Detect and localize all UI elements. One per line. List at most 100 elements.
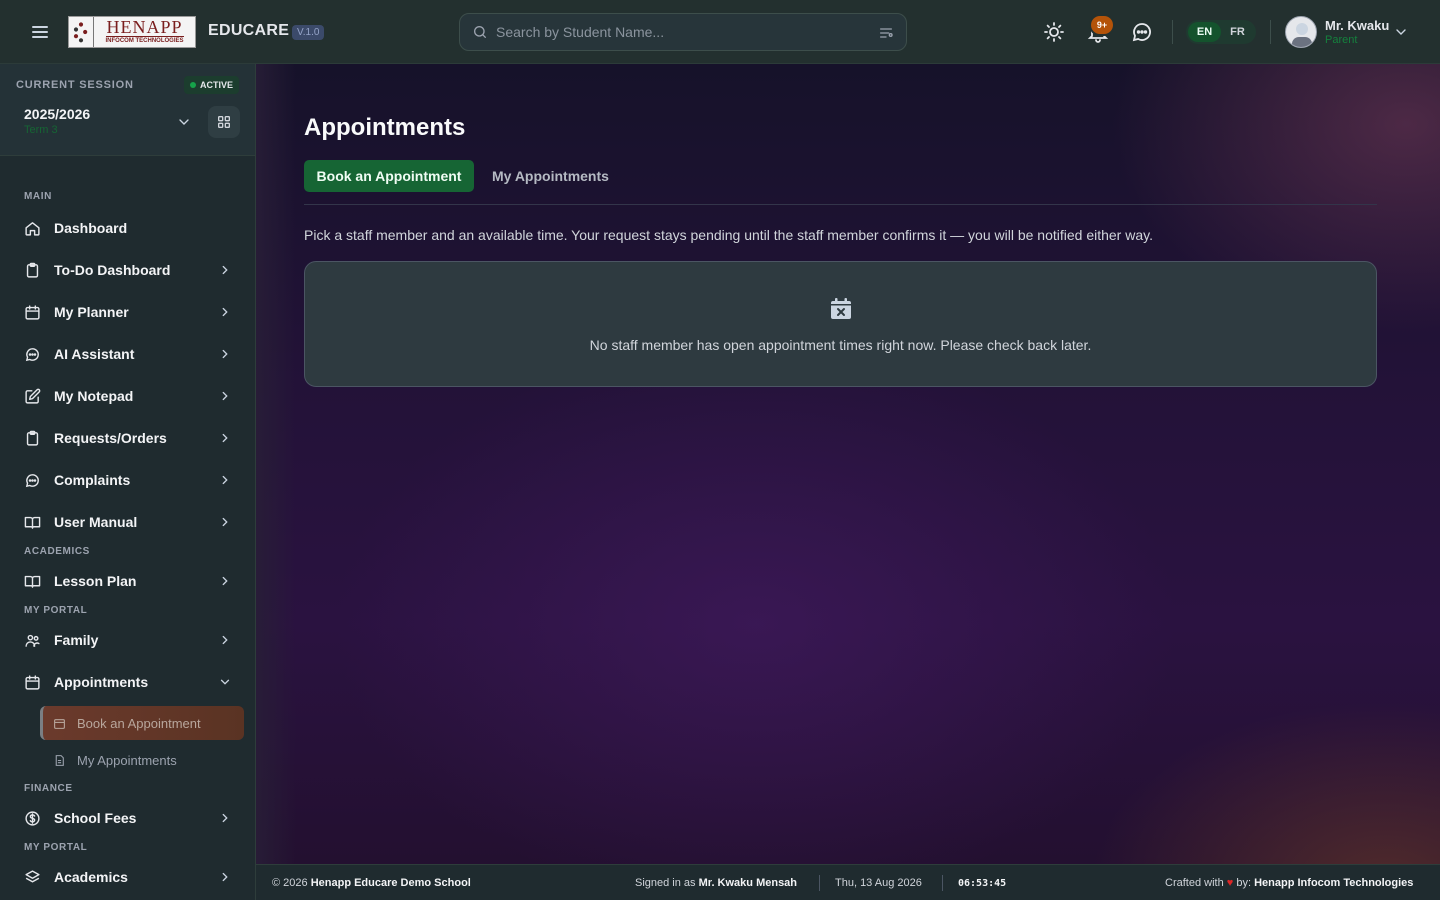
main-content: Appointments Book an Appointment My Appo… — [256, 64, 1440, 864]
chat-icon — [24, 472, 41, 489]
users-icon — [24, 632, 41, 649]
user-role: Parent — [1325, 34, 1358, 46]
sidebar: CURRENT SESSION ACTIVE 2025/2026 Term 3 … — [0, 64, 256, 900]
sidebar-item-label: User Manual — [54, 514, 138, 530]
session-year[interactable]: 2025/2026 — [24, 106, 90, 122]
chat-icon — [24, 346, 41, 363]
messages-icon[interactable] — [1130, 20, 1154, 44]
sidebar-subitem-label: My Appointments — [77, 753, 177, 768]
edit-icon — [24, 388, 41, 405]
session-panel: CURRENT SESSION ACTIVE 2025/2026 Term 3 — [0, 64, 255, 156]
sidebar-subitem-label: Book an Appointment — [77, 716, 201, 731]
chevron-right-icon — [218, 389, 232, 403]
divider — [1172, 20, 1173, 44]
sidebar-item-academics[interactable]: Academics — [16, 859, 240, 895]
footer-copyright: © 2026 Henapp Educare Demo School — [272, 877, 471, 889]
session-term: Term 3 — [24, 124, 58, 136]
heart-icon: ♥ — [1226, 877, 1234, 889]
sidebar-item-appointments[interactable]: Appointments — [16, 664, 240, 700]
book-icon — [24, 573, 41, 590]
section-label-main: MAIN — [24, 191, 52, 202]
sidebar-item-my-planner[interactable]: My Planner — [16, 294, 240, 330]
chevron-right-icon — [218, 347, 232, 361]
chevron-right-icon — [218, 473, 232, 487]
sidebar-item-my-notepad[interactable]: My Notepad — [16, 378, 240, 414]
footer-date: Thu, 13 Aug 2026 — [835, 877, 922, 889]
page-title: Appointments — [304, 114, 466, 141]
tab-my-appointments[interactable]: My Appointments — [492, 160, 609, 192]
version-badge: V.1.0 — [292, 25, 325, 40]
chevron-right-icon — [218, 515, 232, 529]
notification-count-badge: 9+ — [1091, 16, 1113, 34]
chevron-down-icon[interactable] — [176, 114, 192, 130]
sidebar-item-complaints[interactable]: Complaints — [16, 462, 240, 498]
sidebar-subitem-my-appointments[interactable]: My Appointments — [40, 743, 244, 777]
chevron-right-icon — [218, 633, 232, 647]
divider — [942, 875, 943, 891]
sidebar-item-label: School Fees — [54, 810, 137, 826]
status-dot-icon — [190, 82, 196, 88]
chevron-right-icon — [218, 263, 232, 277]
sidebar-item-ai-assistant[interactable]: AI Assistant — [16, 336, 240, 372]
chevron-right-icon — [218, 811, 232, 825]
session-caption: CURRENT SESSION — [16, 79, 134, 91]
search-input[interactable] — [496, 14, 856, 50]
book-icon — [24, 514, 41, 531]
chevron-down-icon — [218, 675, 232, 689]
logo-mark — [69, 17, 93, 47]
layers-icon — [24, 869, 41, 886]
chevron-right-icon — [218, 431, 232, 445]
lang-en-button[interactable]: EN — [1188, 22, 1221, 42]
tab-book-appointment[interactable]: Book an Appointment — [304, 160, 474, 192]
sidebar-item-label: Lesson Plan — [54, 573, 137, 589]
app-logo[interactable]: HENAPP INFOCOM TECHNOLOGIES — [68, 16, 196, 48]
search-box — [459, 13, 907, 51]
sidebar-item-label: My Notepad — [54, 388, 134, 404]
filter-icon[interactable] — [878, 25, 894, 41]
divider — [1270, 20, 1271, 44]
footer-clock: 06:53:45 — [958, 878, 1007, 889]
clipboard-icon — [24, 262, 41, 279]
search-icon — [472, 24, 488, 40]
brand-name: EDUCARE — [208, 22, 290, 39]
language-switcher: EN FR — [1186, 20, 1256, 44]
logo-text: HENAPP — [106, 17, 183, 37]
sidebar-subitem-book-appointment[interactable]: Book an Appointment — [40, 706, 244, 740]
document-icon — [53, 754, 66, 767]
intro-text: Pick a staff member and an available tim… — [304, 227, 1153, 243]
footer-company[interactable]: Henapp Infocom Technologies — [1254, 877, 1413, 889]
lang-fr-button[interactable]: FR — [1221, 22, 1254, 42]
clipboard-icon — [24, 430, 41, 447]
footer-credit: Crafted with ♥ by: Henapp Infocom Techno… — [1165, 877, 1414, 889]
theme-toggle-sun-icon[interactable] — [1042, 20, 1066, 44]
section-label-my-portal: MY PORTAL — [24, 605, 88, 616]
sidebar-item-label: Appointments — [54, 674, 149, 690]
sidebar-item-family[interactable]: Family — [16, 622, 240, 658]
sidebar-item-user-manual[interactable]: User Manual — [16, 504, 240, 540]
logo-subtext: INFOCOM TECHNOLOGIES — [105, 36, 184, 44]
section-label-my-portal: MY PORTAL — [24, 842, 88, 853]
sidebar-item-label: Academics — [54, 869, 128, 885]
top-bar: HENAPP INFOCOM TECHNOLOGIES EDUCARE V.1.… — [0, 0, 1440, 64]
user-name[interactable]: Mr. Kwaku — [1325, 18, 1389, 33]
chevron-down-icon[interactable] — [1393, 24, 1409, 40]
sidebar-item-dashboard[interactable]: Dashboard — [16, 210, 240, 246]
menu-icon[interactable] — [28, 20, 52, 44]
sidebar-item-todo-dashboard[interactable]: To-Do Dashboard — [16, 252, 240, 288]
sidebar-item-requests-orders[interactable]: Requests/Orders — [16, 420, 240, 456]
footer-school: Henapp Educare Demo School — [310, 877, 471, 889]
calendar-icon — [53, 717, 66, 730]
chevron-right-icon — [218, 870, 232, 884]
footer: © 2026 Henapp Educare Demo School Signed… — [256, 864, 1440, 900]
tab-divider — [304, 204, 1377, 205]
footer-user: Mr. Kwaku Mensah — [698, 877, 798, 889]
sidebar-item-label: Requests/Orders — [54, 430, 167, 446]
sidebar-item-lesson-plan[interactable]: Lesson Plan — [16, 563, 240, 599]
sidebar-item-school-fees[interactable]: School Fees — [16, 800, 240, 836]
calendar-icon — [24, 674, 41, 691]
calendar-icon — [24, 304, 41, 321]
chevron-right-icon — [218, 305, 232, 319]
chevron-right-icon — [218, 574, 232, 588]
avatar[interactable] — [1285, 16, 1317, 48]
apps-grid-button[interactable] — [208, 106, 240, 138]
